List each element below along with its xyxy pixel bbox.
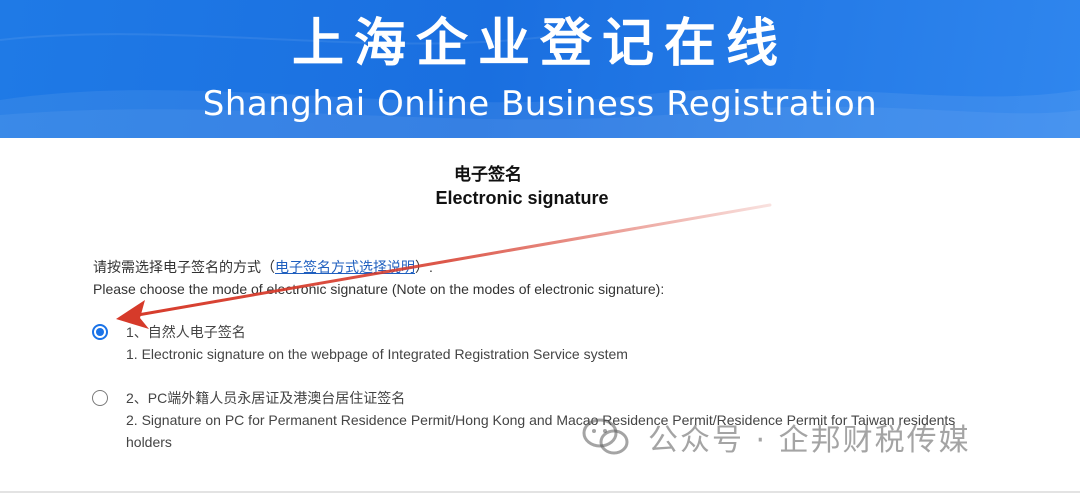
option-1-label-cn: 1、自然人电子签名: [126, 324, 246, 340]
header-banner: 上海企业登记在线 Shanghai Online Business Regist…: [0, 0, 1080, 138]
radio-natural-person-signature[interactable]: [92, 324, 108, 340]
banner-title-cn: 上海企业登记在线: [291, 14, 788, 74]
watermark: 公众号 · 企邦财税传媒: [582, 414, 971, 460]
instruction-cn-suffix: ）.: [415, 259, 433, 275]
page: 上海企业登记在线 Shanghai Online Business Regist…: [0, 0, 1080, 493]
page-title-cn: 电子签名: [454, 165, 522, 185]
instruction-cn-prefix: 请按需选择电子签名的方式（: [93, 259, 275, 275]
watermark-text: 公众号 · 企邦财税传媒: [648, 423, 971, 458]
instruction-block: 请按需选择电子签名的方式（电子签名方式选择说明）. Please choose …: [93, 256, 664, 300]
wechat-icon: [582, 418, 629, 455]
instruction-en: Please choose the mode of electronic sig…: [93, 281, 665, 297]
option-1-labels: 1、自然人电子签名 1. Electronic signature on the…: [126, 321, 986, 365]
page-title-en: Electronic signature: [435, 188, 609, 208]
option-1-label-en: 1. Electronic signature on the webpage o…: [126, 346, 628, 362]
option-2-label-cn: 2、PC端外籍人员永居证及港澳台居住证签名: [126, 390, 406, 406]
instruction-cn: 请按需选择电子签名的方式（电子签名方式选择说明）.: [93, 256, 664, 278]
signature-mode-help-link[interactable]: 电子签名方式选择说明: [275, 259, 415, 275]
banner-title-en: Shanghai Online Business Registration: [202, 84, 878, 124]
radio-pc-residence-permit-signature[interactable]: [92, 390, 108, 406]
